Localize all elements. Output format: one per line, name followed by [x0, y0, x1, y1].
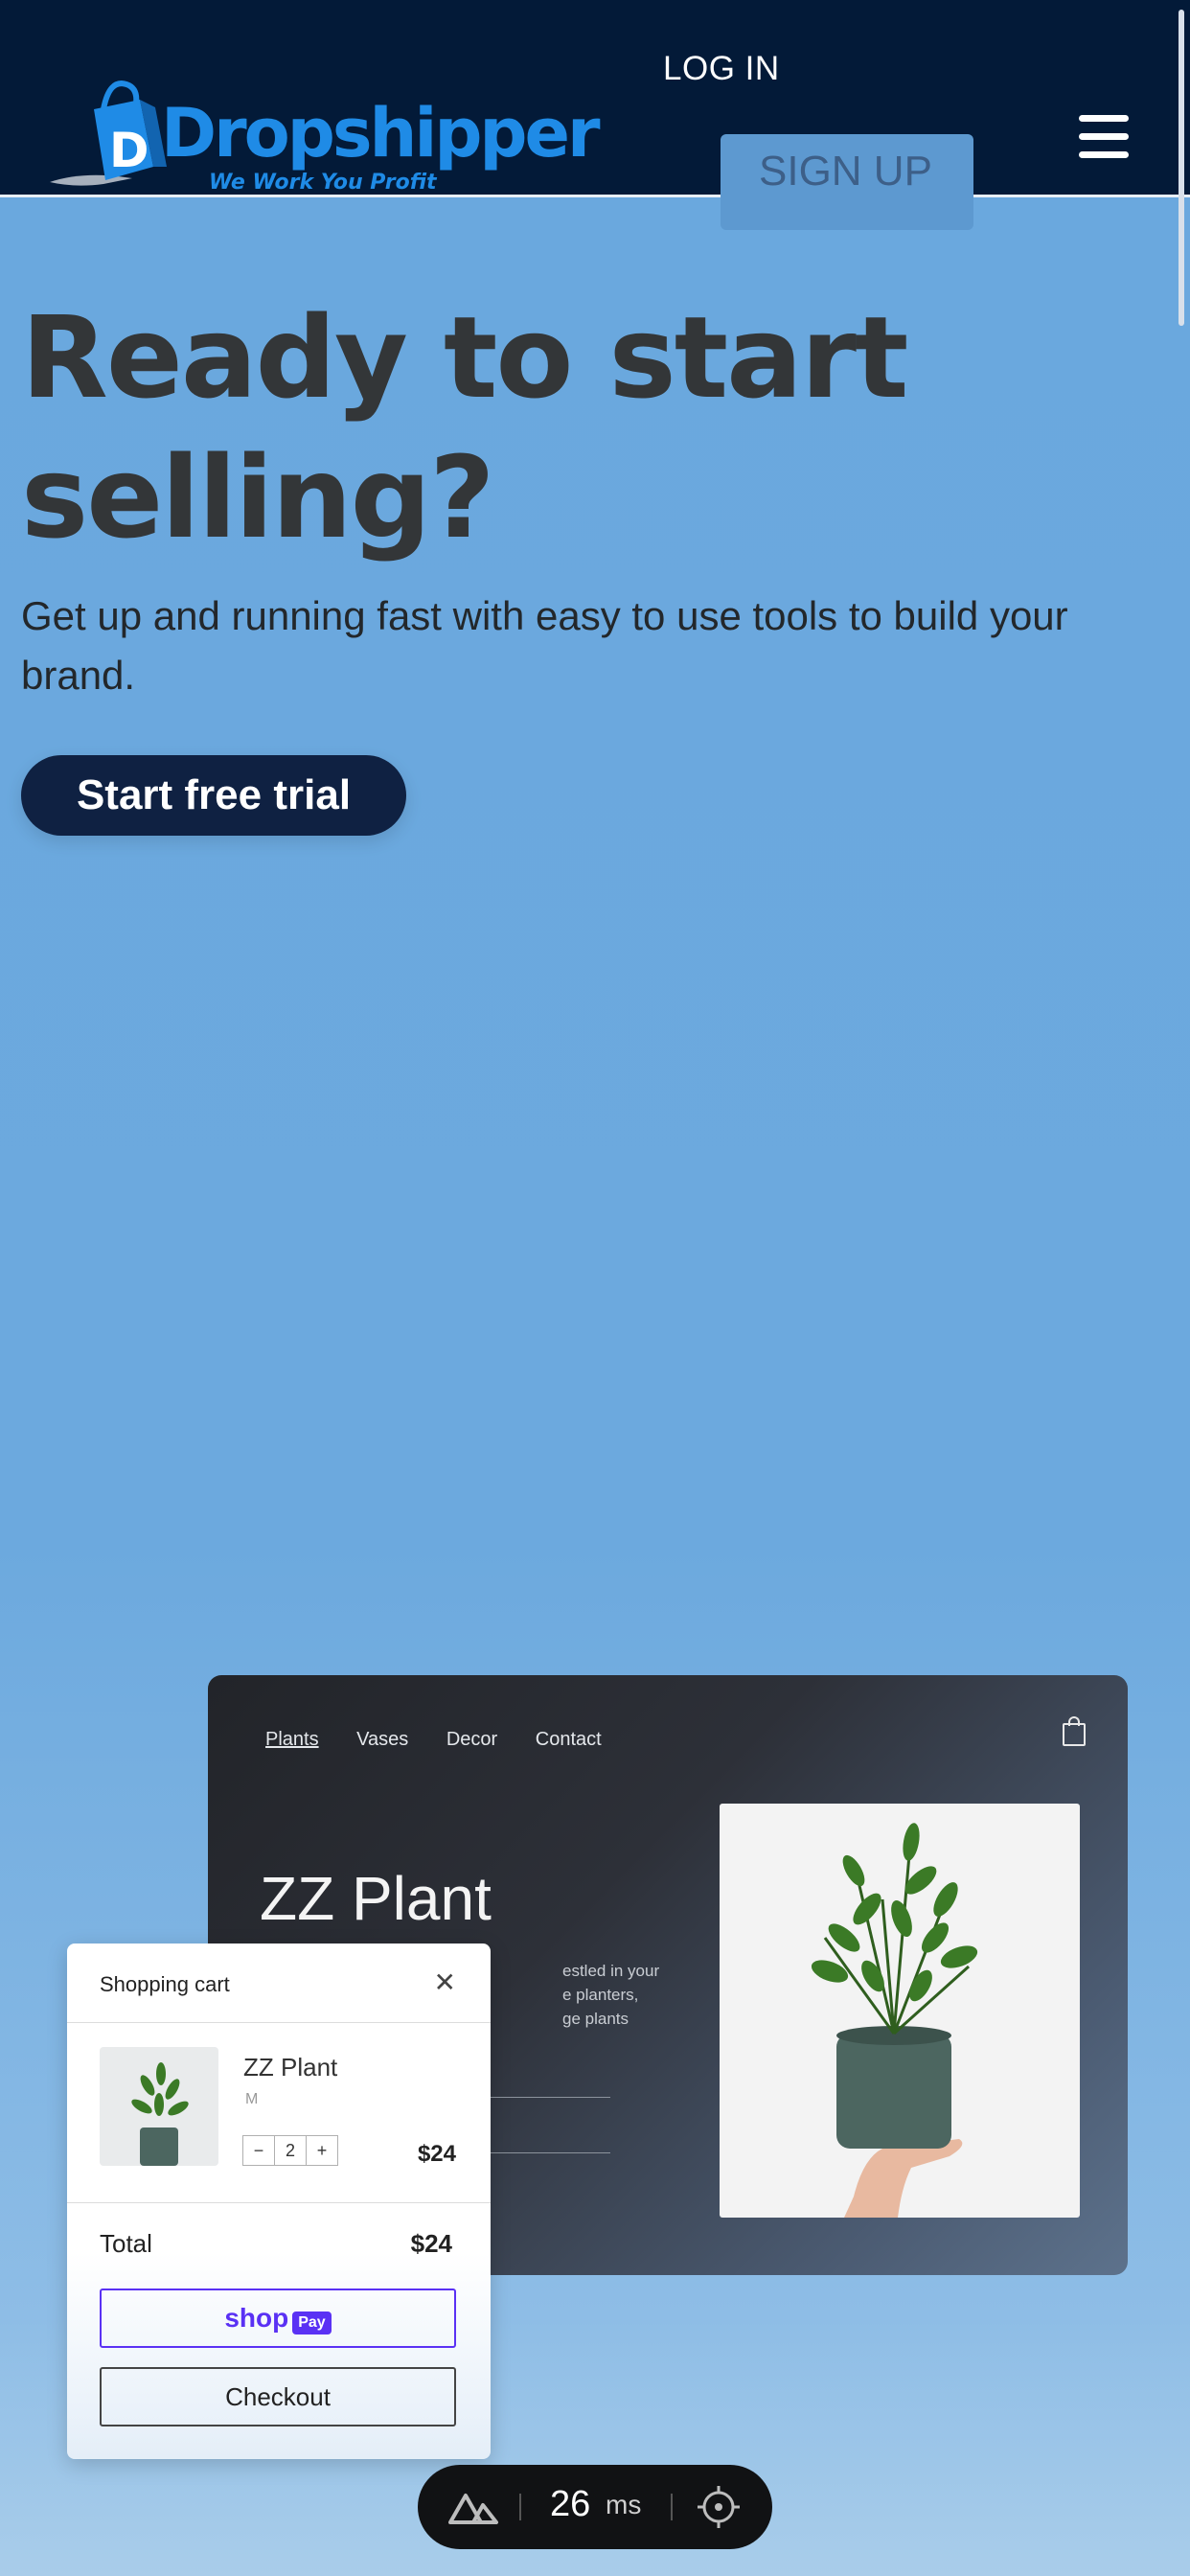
desc-line: estled in your	[562, 1962, 660, 1980]
store-nav-decor: Decor	[446, 1729, 498, 1750]
potted-plant-icon	[131, 2062, 189, 2166]
desc-line: ge plants	[562, 2010, 629, 2028]
hamburger-menu-icon[interactable]	[1079, 115, 1129, 159]
svg-text:D: D	[109, 123, 149, 178]
menu-bar	[1079, 115, 1129, 122]
shopping-bag-logo-icon: D	[50, 80, 167, 186]
store-product-description: estled in your e planters, ge plants	[562, 1959, 659, 2031]
cart-total-value: $24	[410, 2229, 452, 2258]
divider	[67, 2202, 491, 2203]
start-free-trial-button[interactable]: Start free trial	[21, 755, 406, 836]
menu-bar	[1079, 151, 1129, 158]
shopping-cart-panel: Shopping cart ✕ ZZ Plant M − 2 + $24 Tot…	[67, 1944, 491, 2459]
cart-total-label: Total	[100, 2229, 152, 2258]
close-icon[interactable]: ✕	[434, 1966, 456, 1998]
potted-plant-icon	[811, 1823, 978, 2218]
decrease-quantity-button[interactable]: −	[242, 2135, 275, 2166]
performance-overlay: 26 ms	[418, 2465, 772, 2549]
cart-title: Shopping cart	[100, 1972, 230, 1996]
shop-pay-badge: Pay	[292, 2311, 332, 2334]
render-time-value: 26	[550, 2484, 591, 2524]
hero-heading: Ready to start selling?	[21, 291, 908, 564]
shopping-bag-icon	[1063, 1716, 1086, 1746]
store-nav: Plants Vases Decor Contact	[265, 1729, 634, 1751]
cart-item-price: $24	[417, 2141, 456, 2167]
page-scrollbar[interactable]	[1175, 0, 1186, 2576]
shop-pay-wordmark: shop	[224, 2303, 289, 2333]
cart-item-variant: M	[245, 2091, 259, 2107]
menu-bar	[1079, 133, 1129, 140]
store-nav-plants: Plants	[265, 1729, 319, 1750]
scrollbar-thumb[interactable]	[1179, 10, 1184, 326]
increase-quantity-button[interactable]: +	[306, 2135, 338, 2166]
cart-item-name: ZZ Plant	[243, 2053, 338, 2082]
login-link[interactable]: LOG IN	[663, 50, 780, 88]
store-nav-contact: Contact	[535, 1729, 602, 1750]
dropshipper-logo[interactable]: D Dropshipper We Work You Profit	[46, 75, 601, 199]
hero-subtitle: Get up and running fast with easy to use…	[21, 593, 1068, 698]
signup-button[interactable]: SIGN UP	[721, 134, 973, 230]
divider	[67, 2022, 491, 2023]
logo-wordmark: Dropshipper	[161, 94, 601, 172]
nuxt-logo-icon[interactable]	[446, 2488, 500, 2526]
plant-photo	[720, 1804, 1080, 2218]
logo-tagline: We Work You Profit	[209, 171, 437, 195]
store-nav-vases: Vases	[356, 1729, 409, 1750]
divider	[671, 2494, 673, 2520]
cart-item-thumbnail	[100, 2047, 218, 2166]
checkout-button[interactable]: Checkout	[100, 2367, 456, 2426]
shop-pay-button[interactable]: shop Pay	[100, 2288, 456, 2348]
quantity-value: 2	[274, 2135, 307, 2166]
divider	[519, 2494, 521, 2520]
desc-line: e planters,	[562, 1986, 639, 2004]
site-header: D Dropshipper We Work You Profit LOG IN	[0, 0, 1190, 197]
quantity-stepper: − 2 +	[242, 2135, 338, 2166]
render-time-unit: ms	[606, 2490, 642, 2519]
store-product-title: ZZ Plant	[260, 1864, 492, 1933]
crosshair-icon[interactable]	[696, 2484, 742, 2530]
